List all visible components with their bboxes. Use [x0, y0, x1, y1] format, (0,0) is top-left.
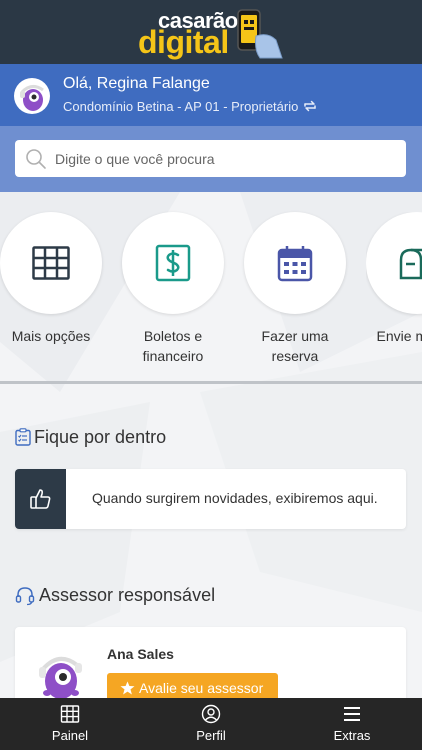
action-circle[interactable] — [0, 212, 102, 314]
rate-advisor-button[interactable]: Avalie seu assessor — [107, 673, 278, 698]
mailbox-icon — [399, 248, 422, 280]
action-label: Fazer uma reserva — [261, 328, 329, 364]
news-card: Quando surgirem novidades, exibiremos aq… — [15, 469, 406, 529]
search-icon — [26, 149, 46, 169]
action-circle[interactable] — [122, 212, 224, 314]
unit-selector[interactable]: Condomínio Betina - AP 01 - Proprietário — [63, 99, 298, 114]
action-billing[interactable]: Boletos e financeiro — [122, 212, 224, 366]
advisor-card: Ana Sales Avalie seu assessor — [15, 627, 406, 698]
phone-hand-icon — [237, 9, 283, 59]
calendar-icon — [277, 246, 313, 282]
news-empty-message: Quando surgirem novidades, exibiremos aq… — [92, 490, 378, 506]
nav-extras[interactable]: Extras — [282, 698, 422, 750]
search-input[interactable] — [55, 140, 395, 177]
action-send-message[interactable]: Envie mensa — [366, 212, 422, 346]
section-divider — [0, 381, 422, 384]
action-more-options[interactable]: Mais opções — [0, 212, 102, 346]
swap-unit-icon[interactable] — [302, 99, 318, 113]
search-box[interactable] — [15, 140, 406, 177]
nav-painel[interactable]: Painel — [0, 698, 140, 750]
action-circle[interactable] — [244, 212, 346, 314]
advisor-name: Ana Sales — [107, 646, 174, 662]
headset-icon — [15, 587, 35, 606]
news-thumb — [15, 469, 66, 529]
action-label: Envie mensa — [376, 328, 422, 344]
rate-advisor-label: Avalie seu assessor — [139, 680, 264, 696]
main-content: Mais opções Boletos e financeiro Fazer u… — [0, 192, 422, 698]
advisor-section-title: Assessor responsável — [39, 585, 216, 605]
app-header: casarão digital — [0, 0, 422, 64]
action-reservation[interactable]: Fazer uma reserva — [244, 212, 346, 366]
menu-icon — [344, 707, 360, 721]
nav-label: Extras — [333, 728, 371, 743]
grid-icon — [60, 705, 80, 723]
avatar[interactable] — [14, 78, 50, 114]
grid-icon — [32, 246, 70, 280]
logo-text-bottom: digital — [138, 24, 229, 60]
advisor-avatar — [39, 657, 82, 698]
mascot-icon — [20, 85, 44, 111]
action-label: Boletos e financeiro — [142, 328, 204, 364]
bottom-nav: Painel Perfil Extras — [0, 698, 422, 750]
nav-label: Painel — [51, 728, 89, 743]
action-circle[interactable] — [366, 212, 422, 314]
user-greeting: Olá, Regina Falange — [63, 75, 210, 92]
nav-perfil[interactable]: Perfil — [141, 698, 281, 750]
dollar-icon — [155, 244, 191, 282]
nav-label: Perfil — [196, 728, 226, 743]
user-bar: Olá, Regina Falange Condomínio Betina - … — [0, 64, 422, 126]
star-icon — [120, 681, 135, 695]
news-section-title: Fique por dentro — [34, 427, 167, 447]
user-icon — [201, 704, 221, 724]
app-logo: casarão digital — [138, 6, 288, 60]
clipboard-icon — [15, 428, 31, 446]
search-band — [0, 126, 422, 192]
action-label: Mais opções — [11, 328, 91, 344]
thumbs-up-icon — [30, 489, 51, 509]
